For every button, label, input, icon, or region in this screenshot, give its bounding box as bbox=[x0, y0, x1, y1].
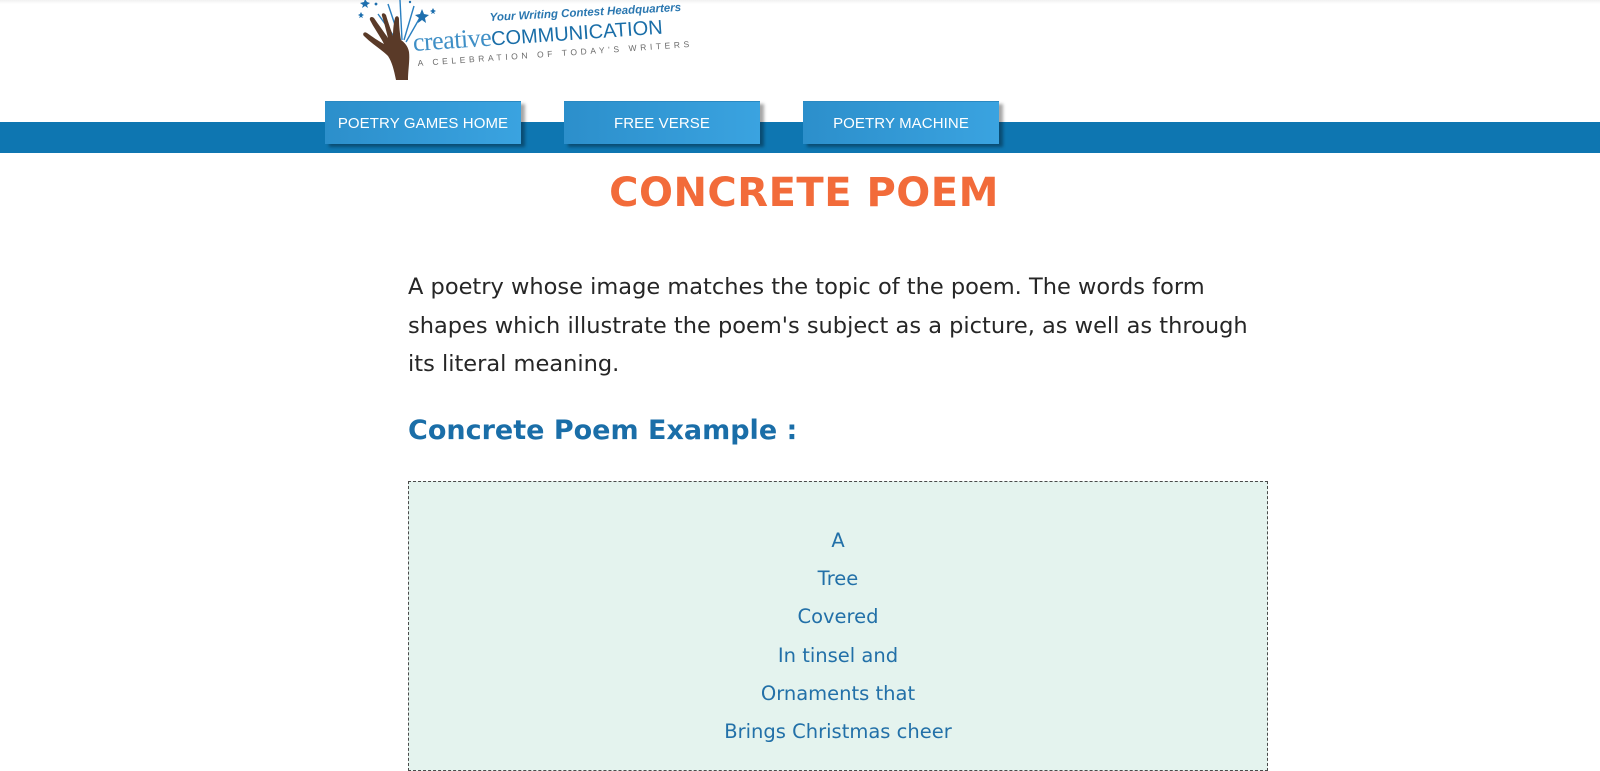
poem-example-box: A Tree Covered In tinsel and Ornaments t… bbox=[408, 481, 1268, 771]
nav-button-label: POETRY GAMES HOME bbox=[337, 114, 509, 132]
nav-poetry-machine-button[interactable]: POETRY MACHINE bbox=[803, 101, 999, 144]
poem-line: Ornaments that bbox=[760, 681, 916, 705]
nav-poetry-games-home-button[interactable]: POETRY GAMES HOME bbox=[325, 101, 521, 144]
top-edge bbox=[0, 0, 1600, 4]
nav-bar bbox=[0, 122, 1600, 153]
nav-button-label: POETRY MACHINE bbox=[833, 114, 969, 132]
poem-line: In tinsel and bbox=[777, 643, 899, 667]
site-logo[interactable]: Your Writing Contest Headquarters creati… bbox=[356, 0, 693, 84]
poem-line: Covered bbox=[797, 605, 879, 629]
nav-button-label: FREE VERSE bbox=[613, 114, 711, 132]
poem-line: Tree bbox=[817, 567, 859, 591]
nav-free-verse-button[interactable]: FREE VERSE bbox=[564, 101, 760, 144]
page-title: CONCRETE POEM bbox=[609, 170, 999, 216]
example-heading: Concrete Poem Example : bbox=[408, 415, 798, 446]
poem-lines: A Tree Covered In tinsel and Ornaments t… bbox=[409, 522, 1267, 751]
intro-paragraph: A poetry whose image matches the topic o… bbox=[408, 274, 1248, 377]
poem-line: Brings Christmas cheer bbox=[724, 719, 952, 743]
poem-line: A bbox=[831, 529, 845, 552]
logo-word-creative: creative bbox=[411, 22, 493, 58]
